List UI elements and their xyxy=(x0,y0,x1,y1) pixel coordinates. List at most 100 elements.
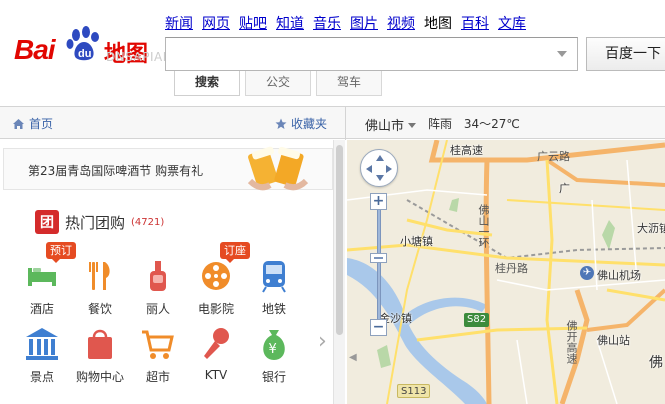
map-label: 小塘镇 xyxy=(400,235,433,248)
pan-control[interactable] xyxy=(360,149,398,187)
shopping-bag-icon xyxy=(80,324,120,364)
map-label: 广云路 xyxy=(537,150,570,163)
map-label: 桂高速 xyxy=(450,144,483,157)
road-shield: S113 xyxy=(397,384,431,398)
zoom-slider-track[interactable] xyxy=(377,210,381,319)
nav-link[interactable]: 音乐 xyxy=(313,13,341,33)
category-item[interactable]: 订座 电影院 xyxy=(186,242,250,317)
money-bag-icon: ¥ xyxy=(254,324,294,364)
category-item[interactable]: 地铁 xyxy=(244,256,304,317)
category-label: 丽人 xyxy=(145,302,170,316)
category-item[interactable]: 超市 xyxy=(128,324,188,385)
mode-tab[interactable]: 驾车 xyxy=(316,71,382,96)
group-buy-icon: 团 xyxy=(35,210,59,234)
favorites-label: 收藏夹 xyxy=(291,117,328,131)
paw-icon: du xyxy=(66,26,99,61)
weather-info: 阵雨 34～27℃ xyxy=(428,115,528,132)
zoom-out-button[interactable]: − xyxy=(370,319,387,336)
group-buy-header[interactable]: 团 热门团购 (4721) xyxy=(35,210,164,234)
svg-text:¥: ¥ xyxy=(269,342,277,357)
category-label: 酒店 xyxy=(29,302,54,316)
microphone-icon xyxy=(196,324,236,364)
bed-icon: 预订 xyxy=(22,242,76,296)
airport-icon[interactable]: ✈ xyxy=(580,266,594,280)
star-icon xyxy=(275,118,287,129)
nav-link[interactable]: 地图 xyxy=(424,13,452,33)
mode-tab[interactable]: 搜索 xyxy=(174,71,240,96)
category-item[interactable]: KTV xyxy=(186,324,246,382)
left-panel: 第23届青岛国际啤酒节 购票有礼 团 热门团购 (4721) 预订 酒店 餐饮 丽人订… xyxy=(0,140,346,404)
zoom-slider-handle[interactable] xyxy=(370,253,387,263)
scrollbar-thumb[interactable] xyxy=(336,145,343,335)
category-item[interactable]: 景点 xyxy=(12,324,72,385)
home-link[interactable]: 首页 xyxy=(12,115,53,132)
category-label: KTV xyxy=(204,368,228,382)
weather-temperature: 34～27℃ xyxy=(463,117,520,131)
pan-down-icon[interactable] xyxy=(376,175,384,181)
mode-tab[interactable]: 公交 xyxy=(245,71,311,96)
category-item[interactable]: 餐饮 xyxy=(70,256,130,317)
baidu-map-logo[interactable]: Bai du 地图 xyxy=(14,22,164,72)
map-label: 佛山机场 xyxy=(597,269,641,282)
group-buy-title: 热门团购 xyxy=(65,213,126,232)
nav-link[interactable]: 百科 xyxy=(461,13,489,33)
category-label: 购物中心 xyxy=(75,370,124,384)
search-button[interactable]: 百度一下 xyxy=(586,37,665,71)
road-shield: S82 xyxy=(464,313,490,327)
promo-banner[interactable]: 第23届青岛国际啤酒节 购票有礼 xyxy=(3,146,333,191)
category-item[interactable]: 丽人 xyxy=(128,256,188,317)
header: Bai du 地图 DNSAPIAN.COM 新闻 网页 贴吧 知道 音乐 图片 视频 地图百… xyxy=(0,0,665,104)
category-item[interactable]: 购物中心 xyxy=(70,324,130,385)
left-panel-scrollbar[interactable] xyxy=(333,140,345,404)
nav-link[interactable]: 新闻 xyxy=(165,13,193,33)
map-label: 佛山站 xyxy=(597,334,630,347)
map-label: 大沥镇 xyxy=(637,222,665,235)
category-label: 电影院 xyxy=(197,302,234,316)
temple-icon xyxy=(22,324,62,364)
city-label: 佛山市 xyxy=(365,119,405,134)
nav-link[interactable]: 网页 xyxy=(202,13,230,33)
map-label: 佛开高速 xyxy=(565,320,578,364)
category-label: 超市 xyxy=(145,370,170,384)
beer-toast-image xyxy=(247,146,309,191)
search-box[interactable] xyxy=(165,37,578,71)
favorites-link[interactable]: 收藏夹 xyxy=(275,115,327,132)
nav-link[interactable]: 知道 xyxy=(276,13,304,33)
weather-condition: 阵雨 xyxy=(428,117,453,131)
map-label: 桂丹路 xyxy=(495,262,528,275)
nav-link[interactable]: 图片 xyxy=(350,13,378,33)
home-label: 首页 xyxy=(29,117,54,131)
map-label: 佛山一环 xyxy=(477,204,490,248)
collapse-panel-icon[interactable]: ◀ xyxy=(349,346,359,370)
nav-link[interactable]: 文库 xyxy=(498,13,526,33)
group-buy-count: (4721) xyxy=(131,216,165,228)
category-item[interactable]: ¥ 银行 xyxy=(244,324,304,385)
pan-right-icon[interactable] xyxy=(386,165,392,173)
nail-polish-icon xyxy=(138,256,178,296)
zoom-in-button[interactable]: + xyxy=(370,193,387,210)
film-reel-icon: 订座 xyxy=(196,242,250,296)
chevron-down-icon xyxy=(408,123,417,128)
logo-text: Bai xyxy=(14,34,56,65)
map-toolbar: 首页 收藏夹 佛山市 阵雨 34～27℃ xyxy=(0,106,665,140)
top-nav: 新闻 网页 贴吧 知道 音乐 图片 视频 地图 百科 文库 xyxy=(165,13,526,33)
subway-icon xyxy=(254,256,294,296)
nav-link[interactable]: 视频 xyxy=(387,13,415,33)
promo-banner-text: 第23届青岛国际啤酒节 购票有礼 xyxy=(28,164,204,178)
category-label: 银行 xyxy=(261,370,286,384)
home-icon xyxy=(13,118,24,129)
chevron-right-icon[interactable]: › xyxy=(318,331,330,353)
search-dropdown-icon[interactable] xyxy=(557,51,567,57)
baidu-map-page: Bai du 地图 DNSAPIAN.COM 新闻 网页 贴吧 知道 音乐 图片 视频 地图百… xyxy=(0,0,665,404)
search-input[interactable] xyxy=(166,38,546,70)
category-item[interactable]: 预订酒店 xyxy=(12,242,76,317)
pan-left-icon[interactable] xyxy=(366,165,372,173)
utensils-icon xyxy=(80,256,120,296)
svg-text:du: du xyxy=(78,48,91,60)
toolbar-divider xyxy=(345,107,346,140)
city-selector[interactable]: 佛山市 xyxy=(365,115,417,134)
map-view[interactable]: 桂高速 广云路 大沥镇 小塘镇 佛山一环 桂丹路 ✈ 佛山机场 金沙镇 佛山站 … xyxy=(347,140,665,404)
map-label: 广 xyxy=(559,182,570,195)
nav-link[interactable]: 贴吧 xyxy=(239,13,267,33)
pan-up-icon[interactable] xyxy=(376,155,384,161)
